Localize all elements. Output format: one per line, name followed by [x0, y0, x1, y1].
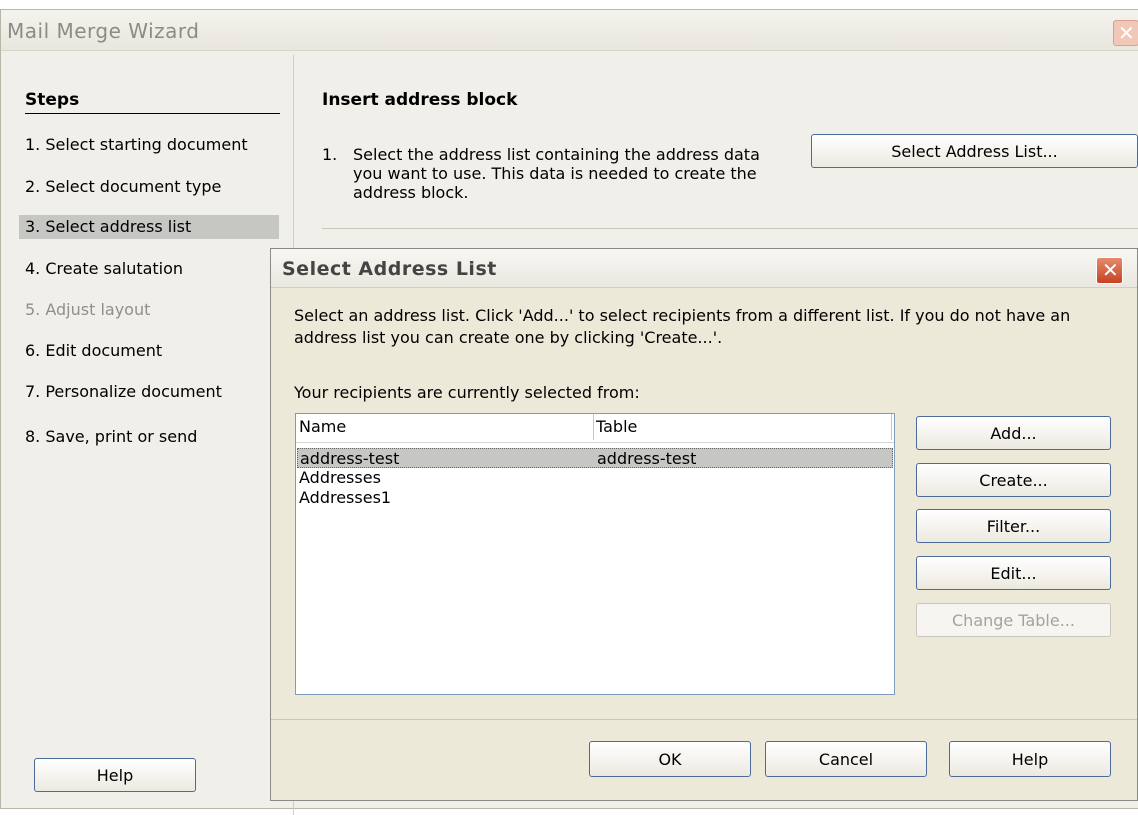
select-address-list-button[interactable]: Select Address List... — [811, 134, 1138, 168]
dialog-title: Select Address List — [282, 258, 497, 280]
column-separator — [593, 414, 594, 440]
dialog-footer-separator — [271, 719, 1137, 720]
step-2[interactable]: 2. Select document type — [19, 175, 279, 199]
section-title: Insert address block — [322, 90, 518, 110]
filter-button[interactable]: Filter... — [916, 509, 1111, 543]
dialog-description: Select an address list. Click 'Add...' t… — [294, 306, 1071, 347]
cancel-button[interactable]: Cancel — [765, 741, 927, 777]
steps-pane: Steps 1. Select starting document 2. Sel… — [1, 55, 293, 815]
step-3[interactable]: 3. Select address list — [19, 215, 279, 239]
step-8[interactable]: 8. Save, print or send — [19, 425, 279, 449]
step-6[interactable]: 6. Edit document — [19, 339, 279, 363]
column-table[interactable]: Table — [596, 417, 637, 436]
dialog-help-button[interactable]: Help — [949, 741, 1111, 777]
edit-button[interactable]: Edit... — [916, 556, 1111, 590]
step-1[interactable]: 1. Select starting document — [19, 133, 279, 157]
address-list-table[interactable]: Name Table address-test address-test Add… — [295, 413, 895, 695]
instruction-text: Select the address list containing the a… — [353, 145, 760, 202]
row-table: address-test — [597, 449, 697, 468]
table-row[interactable]: Addresses — [297, 468, 893, 488]
step-7[interactable]: 7. Personalize document — [19, 380, 279, 404]
dialog-subheading: Your recipients are currently selected f… — [294, 383, 640, 402]
wizard-close-icon[interactable] — [1113, 20, 1138, 46]
change-table-button: Change Table... — [916, 603, 1111, 637]
section-separator — [322, 228, 1138, 229]
ok-button[interactable]: OK — [589, 741, 751, 777]
row-name: Addresses1 — [299, 488, 392, 507]
wizard-title-bar: Mail Merge Wizard — [1, 10, 1138, 51]
step-4[interactable]: 4. Create salutation — [19, 257, 279, 281]
table-row[interactable]: Addresses1 — [297, 488, 893, 508]
wizard-title: Mail Merge Wizard — [7, 19, 200, 43]
row-name: Addresses — [299, 468, 381, 487]
column-separator — [891, 414, 892, 440]
table-header: Name Table — [296, 414, 894, 443]
dialog-close-icon[interactable] — [1096, 257, 1123, 284]
wizard-help-button[interactable]: Help — [34, 758, 196, 792]
row-name: address-test — [300, 449, 400, 468]
table-row[interactable]: address-test address-test — [297, 448, 893, 468]
create-button[interactable]: Create... — [916, 463, 1111, 497]
column-name[interactable]: Name — [299, 417, 346, 436]
select-address-list-dialog: Select Address List Select an address li… — [270, 248, 1138, 801]
add-button[interactable]: Add... — [916, 416, 1111, 450]
steps-heading: Steps — [25, 90, 280, 114]
step-5: 5. Adjust layout — [25, 300, 151, 319]
dialog-title-bar: Select Address List — [271, 249, 1137, 288]
instruction-number: 1. — [322, 145, 338, 164]
